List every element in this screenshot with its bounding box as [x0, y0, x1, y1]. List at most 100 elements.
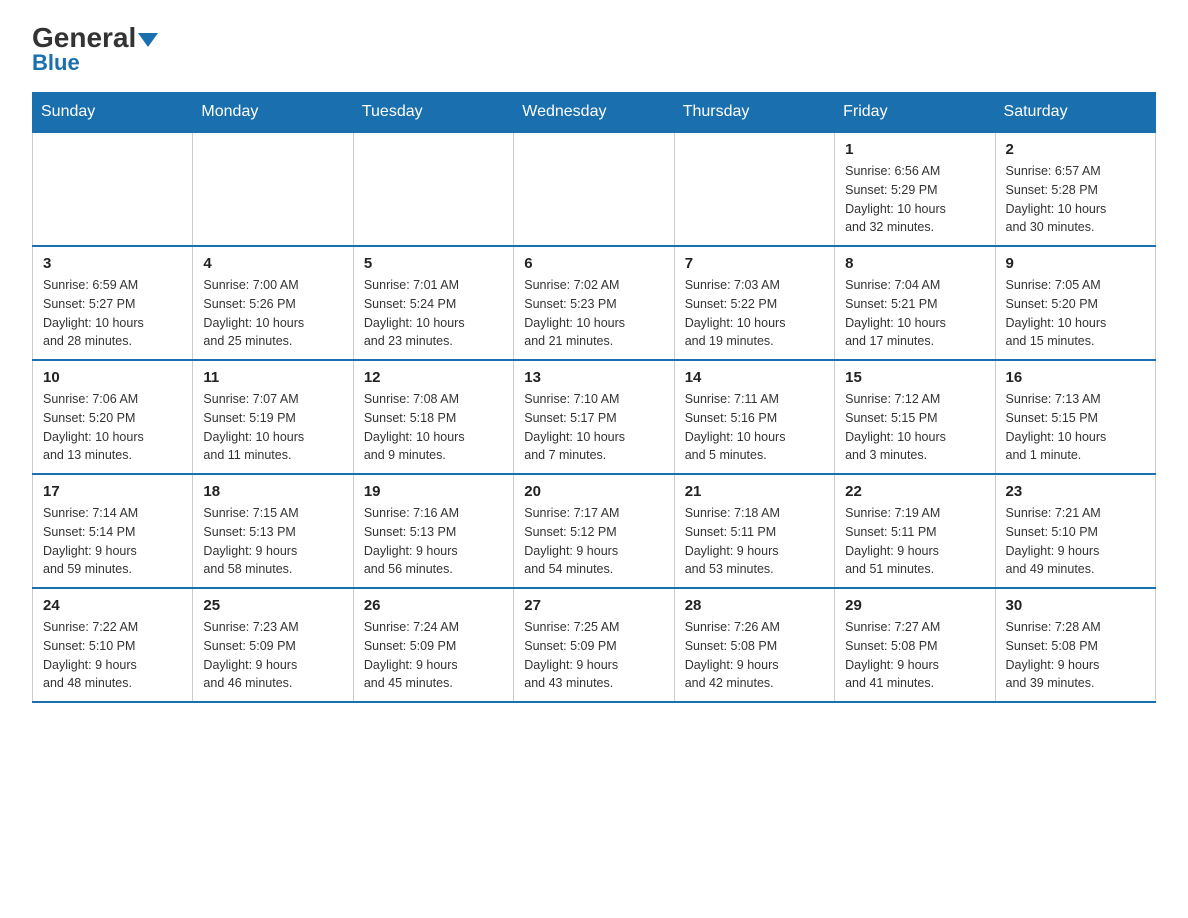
page-header: General Blue — [32, 24, 1156, 76]
weekday-header-friday: Friday — [835, 93, 995, 133]
day-number: 17 — [43, 483, 182, 500]
day-number: 4 — [203, 255, 342, 272]
day-number: 14 — [685, 369, 824, 386]
day-number: 25 — [203, 597, 342, 614]
day-number: 27 — [524, 597, 663, 614]
calendar-cell: 30 Sunrise: 7:28 AMSunset: 5:08 PMDayligh… — [995, 588, 1155, 702]
logo-general: General — [32, 22, 136, 53]
calendar-cell: 21Sunrise: 7:18 AMSunset: 5:11 PMDayligh… — [674, 474, 834, 588]
calendar-cell: 20 Sunrise: 7:17 AMSunset: 5:12 PMDayligh… — [514, 474, 674, 588]
calendar-cell: 7Sunrise: 7:03 AMSunset: 5:22 PMDaylight… — [674, 246, 834, 360]
day-number: 13 — [524, 369, 663, 386]
calendar-cell: 16Sunrise: 7:13 AMSunset: 5:15 PMDayligh… — [995, 360, 1155, 474]
day-number: 1 — [845, 141, 984, 158]
day-info: Sunrise: 7:19 AMSunset: 5:11 PMDaylight:… — [845, 504, 984, 579]
day-number: 2 — [1006, 141, 1145, 158]
calendar-cell: 6 Sunrise: 7:02 AMSunset: 5:23 PMDaylight… — [514, 246, 674, 360]
day-info: Sunrise: 7:05 AMSunset: 5:20 PMDaylight:… — [1006, 276, 1145, 351]
calendar-cell: 4Sunrise: 7:00 AMSunset: 5:26 PMDaylight… — [193, 246, 353, 360]
calendar-week-4: 17 Sunrise: 7:14 AMSunset: 5:14 PMDayligh… — [33, 474, 1156, 588]
day-number: 12 — [364, 369, 503, 386]
logo-blue: Blue — [32, 50, 80, 76]
day-number: 15 — [845, 369, 984, 386]
day-info: Sunrise: 7:17 AMSunset: 5:12 PMDaylight:… — [524, 504, 663, 579]
calendar-cell: 22 Sunrise: 7:19 AMSunset: 5:11 PMDayligh… — [835, 474, 995, 588]
day-info: Sunrise: 7:07 AMSunset: 5:19 PMDaylight:… — [203, 390, 342, 465]
weekday-header-thursday: Thursday — [674, 93, 834, 133]
calendar-week-5: 24 Sunrise: 7:22 AMSunset: 5:10 PMDayligh… — [33, 588, 1156, 702]
calendar-cell: 18 Sunrise: 7:15 AMSunset: 5:13 PMDayligh… — [193, 474, 353, 588]
calendar-cell: 17 Sunrise: 7:14 AMSunset: 5:14 PMDayligh… — [33, 474, 193, 588]
day-info: Sunrise: 7:08 AMSunset: 5:18 PMDaylight:… — [364, 390, 503, 465]
day-number: 23 — [1006, 483, 1145, 500]
day-number: 24 — [43, 597, 182, 614]
day-info: Sunrise: 7:02 AMSunset: 5:23 PMDaylight:… — [524, 276, 663, 351]
day-info: Sunrise: 7:14 AMSunset: 5:14 PMDaylight:… — [43, 504, 182, 579]
logo-text: General — [32, 24, 158, 52]
calendar-header-row: SundayMondayTuesdayWednesdayThursdayFrid… — [33, 93, 1156, 133]
calendar-week-3: 10Sunrise: 7:06 AMSunset: 5:20 PMDayligh… — [33, 360, 1156, 474]
day-number: 19 — [364, 483, 503, 500]
calendar-table: SundayMondayTuesdayWednesdayThursdayFrid… — [32, 92, 1156, 703]
calendar-cell: 3 Sunrise: 6:59 AMSunset: 5:27 PMDaylight… — [33, 246, 193, 360]
calendar-cell — [353, 132, 513, 246]
day-info: Sunrise: 7:28 AMSunset: 5:08 PMDaylight:… — [1006, 618, 1145, 693]
calendar-cell: 19 Sunrise: 7:16 AMSunset: 5:13 PMDayligh… — [353, 474, 513, 588]
day-info: Sunrise: 7:12 AMSunset: 5:15 PMDaylight:… — [845, 390, 984, 465]
day-number: 5 — [364, 255, 503, 272]
calendar-cell: 27 Sunrise: 7:25 AMSunset: 5:09 PMDayligh… — [514, 588, 674, 702]
day-info: Sunrise: 6:57 AMSunset: 5:28 PMDaylight:… — [1006, 162, 1145, 237]
weekday-header-tuesday: Tuesday — [353, 93, 513, 133]
day-number: 9 — [1006, 255, 1145, 272]
day-number: 6 — [524, 255, 663, 272]
day-number: 3 — [43, 255, 182, 272]
day-number: 22 — [845, 483, 984, 500]
calendar-cell: 15 Sunrise: 7:12 AMSunset: 5:15 PMDayligh… — [835, 360, 995, 474]
day-info: Sunrise: 7:18 AMSunset: 5:11 PMDaylight:… — [685, 504, 824, 579]
day-info: Sunrise: 7:01 AMSunset: 5:24 PMDaylight:… — [364, 276, 503, 351]
day-info: Sunrise: 7:25 AMSunset: 5:09 PMDaylight:… — [524, 618, 663, 693]
day-info: Sunrise: 7:15 AMSunset: 5:13 PMDaylight:… — [203, 504, 342, 579]
calendar-cell: 2 Sunrise: 6:57 AMSunset: 5:28 PMDaylight… — [995, 132, 1155, 246]
calendar-cell: 12 Sunrise: 7:08 AMSunset: 5:18 PMDayligh… — [353, 360, 513, 474]
day-number: 28 — [685, 597, 824, 614]
weekday-header-saturday: Saturday — [995, 93, 1155, 133]
calendar-week-2: 3 Sunrise: 6:59 AMSunset: 5:27 PMDaylight… — [33, 246, 1156, 360]
calendar-cell: 10Sunrise: 7:06 AMSunset: 5:20 PMDayligh… — [33, 360, 193, 474]
day-number: 8 — [845, 255, 984, 272]
day-number: 30 — [1006, 597, 1145, 614]
day-number: 20 — [524, 483, 663, 500]
calendar-cell: 23Sunrise: 7:21 AMSunset: 5:10 PMDayligh… — [995, 474, 1155, 588]
weekday-header-sunday: Sunday — [33, 93, 193, 133]
day-info: Sunrise: 7:22 AMSunset: 5:10 PMDaylight:… — [43, 618, 182, 693]
day-info: Sunrise: 7:16 AMSunset: 5:13 PMDaylight:… — [364, 504, 503, 579]
day-info: Sunrise: 7:27 AMSunset: 5:08 PMDaylight:… — [845, 618, 984, 693]
calendar-cell: 13 Sunrise: 7:10 AMSunset: 5:17 PMDayligh… — [514, 360, 674, 474]
calendar-cell: 28 Sunrise: 7:26 AMSunset: 5:08 PMDayligh… — [674, 588, 834, 702]
day-number: 29 — [845, 597, 984, 614]
day-info: Sunrise: 7:24 AMSunset: 5:09 PMDaylight:… — [364, 618, 503, 693]
day-info: Sunrise: 6:56 AMSunset: 5:29 PMDaylight:… — [845, 162, 984, 237]
day-info: Sunrise: 7:23 AMSunset: 5:09 PMDaylight:… — [203, 618, 342, 693]
calendar-cell — [33, 132, 193, 246]
calendar-cell: 29 Sunrise: 7:27 AMSunset: 5:08 PMDayligh… — [835, 588, 995, 702]
day-info: Sunrise: 6:59 AMSunset: 5:27 PMDaylight:… — [43, 276, 182, 351]
calendar-cell: 14 Sunrise: 7:11 AMSunset: 5:16 PMDayligh… — [674, 360, 834, 474]
day-info: Sunrise: 7:11 AMSunset: 5:16 PMDaylight:… — [685, 390, 824, 465]
day-info: Sunrise: 7:10 AMSunset: 5:17 PMDaylight:… — [524, 390, 663, 465]
day-number: 10 — [43, 369, 182, 386]
calendar-cell — [193, 132, 353, 246]
day-number: 16 — [1006, 369, 1145, 386]
day-number: 18 — [203, 483, 342, 500]
logo-triangle-icon — [138, 33, 158, 47]
calendar-cell: 11Sunrise: 7:07 AMSunset: 5:19 PMDayligh… — [193, 360, 353, 474]
calendar-cell: 5 Sunrise: 7:01 AMSunset: 5:24 PMDaylight… — [353, 246, 513, 360]
day-info: Sunrise: 7:26 AMSunset: 5:08 PMDaylight:… — [685, 618, 824, 693]
day-info: Sunrise: 7:04 AMSunset: 5:21 PMDaylight:… — [845, 276, 984, 351]
logo: General Blue — [32, 24, 158, 76]
weekday-header-monday: Monday — [193, 93, 353, 133]
calendar-week-1: 1 Sunrise: 6:56 AMSunset: 5:29 PMDaylight… — [33, 132, 1156, 246]
calendar-cell: 26Sunrise: 7:24 AMSunset: 5:09 PMDayligh… — [353, 588, 513, 702]
weekday-header-wednesday: Wednesday — [514, 93, 674, 133]
calendar-cell: 9 Sunrise: 7:05 AMSunset: 5:20 PMDaylight… — [995, 246, 1155, 360]
